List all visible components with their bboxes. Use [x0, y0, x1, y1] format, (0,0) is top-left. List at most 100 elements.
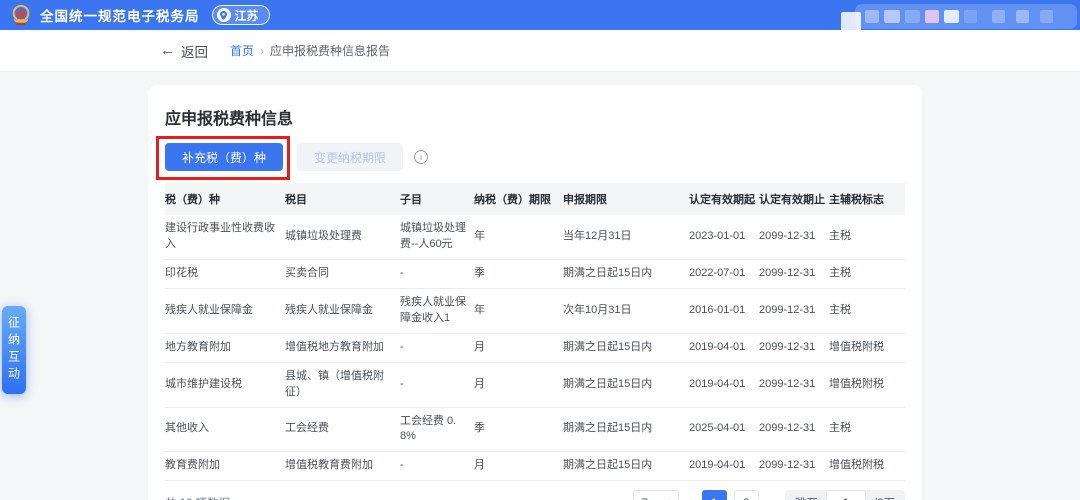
table-cell: -: [400, 333, 474, 363]
redacted-block: [841, 12, 861, 32]
redacted-block: [865, 10, 879, 23]
page-jump-group: 跳至 /2页: [784, 490, 905, 500]
app-title: 全国统一规范电子税务局: [40, 9, 200, 24]
col-header-pay-period: 纳税（费）期限: [474, 183, 563, 215]
interaction-side-tab[interactable]: 征纳互动: [2, 306, 26, 394]
table-cell: 2022-07-01: [689, 259, 759, 289]
col-header-main-aux-flag: 主辅税标志: [829, 183, 905, 215]
table-cell: 城市维护建设税: [165, 362, 285, 408]
table-row: 建设行政事业性收费收入 城镇垃圾处理费 城镇垃圾处理费--人60元 年 当年12…: [165, 215, 905, 260]
table-cell: 月: [474, 362, 563, 408]
table-cell: 残疾人就业保障金收入1: [400, 288, 474, 334]
table-cell: 2016-01-01: [689, 288, 759, 334]
col-header-valid-from: 认定有效期起: [689, 183, 759, 215]
table-footer: 共 10 项数据 7 ∨ ‹ 1 2 › 跳至 /2页: [165, 481, 905, 500]
table-cell: 2019-04-01: [689, 362, 759, 408]
location-pin-icon: [216, 8, 231, 22]
table-cell: 残疾人就业保障金: [165, 288, 285, 334]
table-header-row: 税（费）种 税目 子目 纳税（费）期限 申报期限 认定有效期起 认定有效期止 主…: [165, 183, 905, 215]
redacted-block: [964, 10, 977, 23]
app-header: 全国统一规范电子税务局 江苏: [0, 0, 1080, 32]
table-cell: 2019-04-01: [689, 333, 759, 363]
table-cell: 2023-01-01: [689, 215, 759, 260]
table-cell: 增值税教育费附加: [285, 451, 400, 482]
table-cell: -: [400, 451, 474, 482]
table-cell: 主税: [829, 288, 905, 334]
page-button-1[interactable]: 1: [701, 490, 727, 500]
table-cell: 月: [474, 333, 563, 363]
table-cell: 主税: [829, 407, 905, 453]
table-cell: 期满之日起15日内: [563, 451, 689, 482]
col-header-declare-deadline: 申报期限: [563, 183, 689, 215]
table-cell: 2025-04-01: [689, 407, 759, 453]
redacted-block: [905, 10, 920, 23]
redacted-block: [992, 10, 1005, 23]
col-header-sub-item: 子目: [400, 183, 474, 215]
breadcrumb-current: 应申报税费种信息报告: [270, 44, 391, 58]
redacted-user-info[interactable]: [841, 4, 1077, 32]
table-row: 印花税 买卖合同 - 季 期满之日起15日内 2022-07-01 2099-1…: [165, 259, 905, 289]
table-cell: 地方教育附加: [165, 333, 285, 363]
table-row: 其他收入 工会经费 工会经费 0.8% 季 期满之日起15日内 2025-04-…: [165, 407, 905, 453]
redacted-block: [944, 10, 959, 23]
jump-page-input[interactable]: [825, 490, 866, 500]
table-cell: 2019-04-01: [689, 451, 759, 482]
table-cell: 季: [474, 259, 563, 289]
back-arrow-icon: ←: [160, 42, 175, 59]
page-size-select[interactable]: 7 ∨: [633, 490, 680, 500]
table-cell: 年: [474, 288, 563, 334]
table-cell: 县城、镇（增值税附征）: [285, 362, 400, 408]
table-cell: 增值税附税: [829, 362, 905, 408]
table-cell: 主税: [829, 215, 905, 260]
table-cell: 工会经费 0.8%: [400, 407, 474, 453]
table-cell: 年: [474, 215, 563, 260]
location-switcher[interactable]: 江苏: [211, 5, 270, 25]
prev-page-button[interactable]: ‹: [686, 495, 694, 500]
table-cell: 2099-12-31: [759, 407, 829, 453]
table-cell: -: [400, 259, 474, 289]
page-button-2[interactable]: 2: [733, 490, 759, 500]
table-cell: 教育费附加: [165, 451, 285, 482]
table-cell: 城镇垃圾处理费: [285, 215, 400, 260]
table-cell: 2099-12-31: [759, 362, 829, 408]
table-cell: 2099-12-31: [759, 451, 829, 482]
table-cell: 其他收入: [165, 407, 285, 453]
page-size-value: 7: [641, 496, 648, 500]
table-cell: 月: [474, 451, 563, 482]
tax-bureau-logo-icon: [12, 4, 30, 25]
table-cell: 季: [474, 407, 563, 453]
redacted-block: [1016, 10, 1029, 23]
table-row: 残疾人就业保障金 残疾人就业保障金 残疾人就业保障金收入1 年 次年10月31日…: [165, 288, 905, 334]
side-tab-label: 征纳互动: [6, 316, 21, 384]
table-cell: 增值税附税: [829, 333, 905, 363]
table-cell: 期满之日起15日内: [563, 407, 689, 453]
breadcrumb-home-link[interactable]: 首页: [230, 42, 254, 59]
table-cell: 次年10月31日: [563, 288, 689, 334]
table-cell: 2099-12-31: [759, 259, 829, 289]
page-title: 应申报税费种信息: [165, 111, 294, 128]
change-tax-period-button: 变更纳税期限: [297, 143, 404, 171]
table-cell: 当年12月31日: [563, 215, 689, 260]
back-label: 返回: [181, 44, 208, 60]
table-cell: 期满之日起15日内: [563, 333, 689, 363]
tax-types-table: 税（费）种 税目 子目 纳税（费）期限 申报期限 认定有效期起 认定有效期止 主…: [165, 183, 905, 482]
toolbar: 补充税（费）种 变更纳税期限 i: [156, 136, 905, 180]
breadcrumb-bar: ← 返回 首页 › 应申报税费种信息报告: [0, 30, 1080, 72]
table-cell: 残疾人就业保障金: [285, 288, 400, 334]
redacted-block: [884, 10, 900, 23]
redacted-block: [925, 10, 939, 23]
table-cell: 印花税: [165, 259, 285, 289]
total-pages-label: /2页: [866, 495, 905, 500]
table-cell: -: [400, 362, 474, 408]
table-cell: 2099-12-31: [759, 215, 829, 260]
info-icon[interactable]: i: [414, 150, 429, 164]
table-cell: 建设行政事业性收费收入: [165, 215, 285, 260]
col-header-tax-type: 税（费）种: [165, 183, 285, 215]
total-count-label: 共 10 项数据: [165, 495, 230, 500]
breadcrumb-separator: ›: [260, 43, 265, 58]
back-button[interactable]: ← 返回: [160, 41, 208, 61]
table-cell: 期满之日起15日内: [563, 259, 689, 289]
next-page-button[interactable]: ›: [766, 495, 774, 500]
supplement-tax-button[interactable]: 补充税（费）种: [165, 143, 284, 171]
table-cell: 2099-12-31: [759, 333, 829, 363]
